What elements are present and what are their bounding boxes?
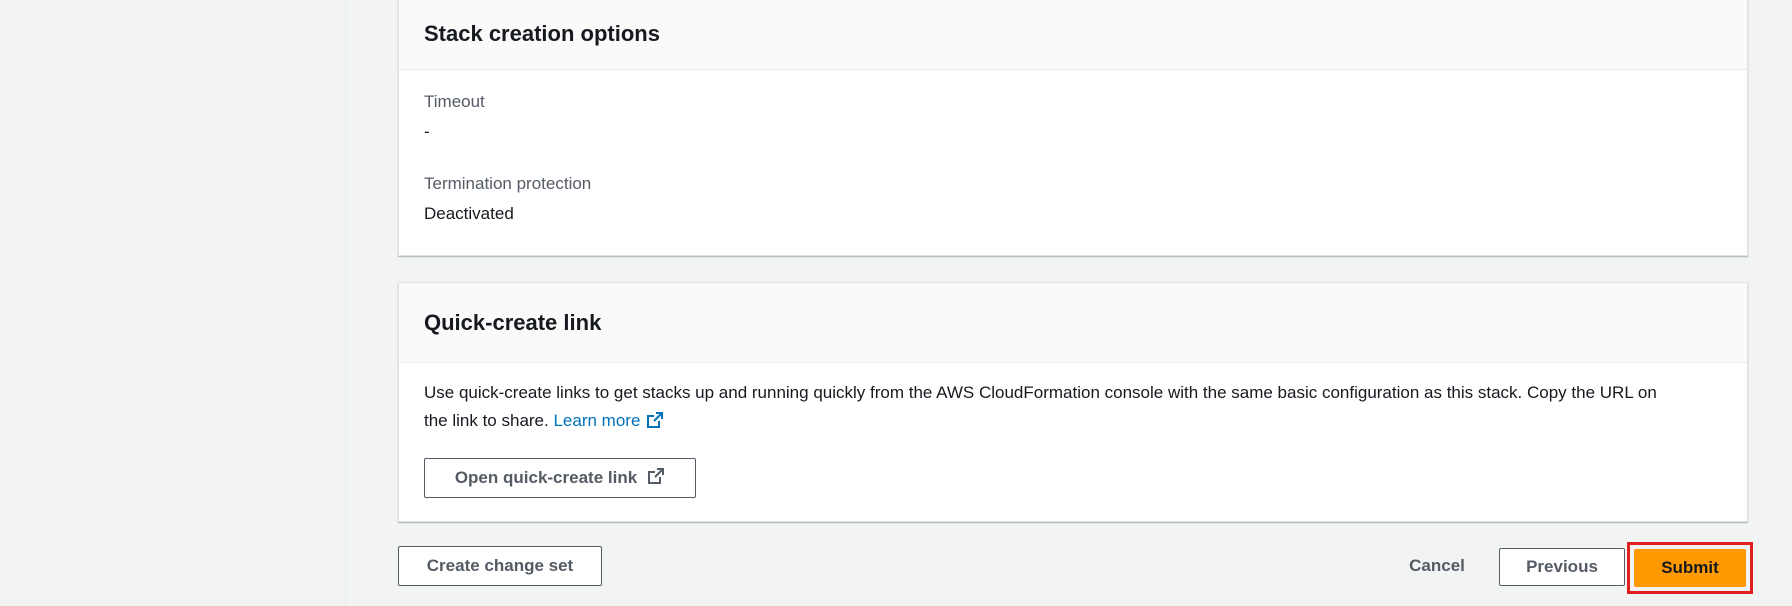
termination-protection-value: Deactivated (424, 204, 514, 223)
stack-creation-options-title: Stack creation options (424, 20, 660, 46)
open-quick-create-link-button[interactable]: Open quick-create link (424, 458, 696, 498)
termination-protection-field: Termination protection Deactivated (424, 172, 1722, 226)
create-change-set-button[interactable]: Create change set (398, 546, 602, 586)
submit-highlight-box (1627, 542, 1753, 594)
create-change-set-label: Create change set (426, 556, 574, 575)
stack-creation-options-body: Timeout - Termination protection Deactiv… (399, 70, 1747, 226)
previous-button[interactable]: Previous (1499, 548, 1625, 586)
quick-create-link-header: Quick-create link (399, 283, 1747, 363)
left-navigation-divider (345, 0, 346, 606)
timeout-field: Timeout - (424, 90, 1722, 144)
quick-create-description-line2: the link to share. (424, 411, 554, 430)
previous-label: Previous (1526, 557, 1598, 576)
quick-create-description-line1: Use quick-create links to get stacks up … (424, 383, 1657, 402)
external-link-icon (647, 467, 665, 490)
open-quick-create-link-label: Open quick-create link (454, 468, 638, 487)
termination-protection-label: Termination protection (424, 174, 592, 193)
learn-more-link[interactable]: Learn more (553, 411, 664, 430)
learn-more-label: Learn more (553, 411, 641, 430)
cancel-button[interactable]: Cancel (1392, 546, 1482, 586)
left-navigation-area (0, 0, 346, 606)
quick-create-link-panel: Quick-create link Use quick-create links… (398, 282, 1748, 522)
stack-creation-options-panel: Stack creation options Timeout - Termina… (398, 0, 1748, 256)
quick-create-description: Use quick-create links to get stacks up … (424, 363, 1722, 438)
timeout-value: - (424, 122, 430, 141)
stack-creation-options-header: Stack creation options (399, 0, 1747, 70)
cancel-label: Cancel (1409, 556, 1465, 575)
quick-create-link-title: Quick-create link (424, 309, 602, 335)
external-link-icon (646, 410, 664, 438)
timeout-label: Timeout (424, 92, 485, 111)
quick-create-link-body: Use quick-create links to get stacks up … (399, 363, 1747, 498)
